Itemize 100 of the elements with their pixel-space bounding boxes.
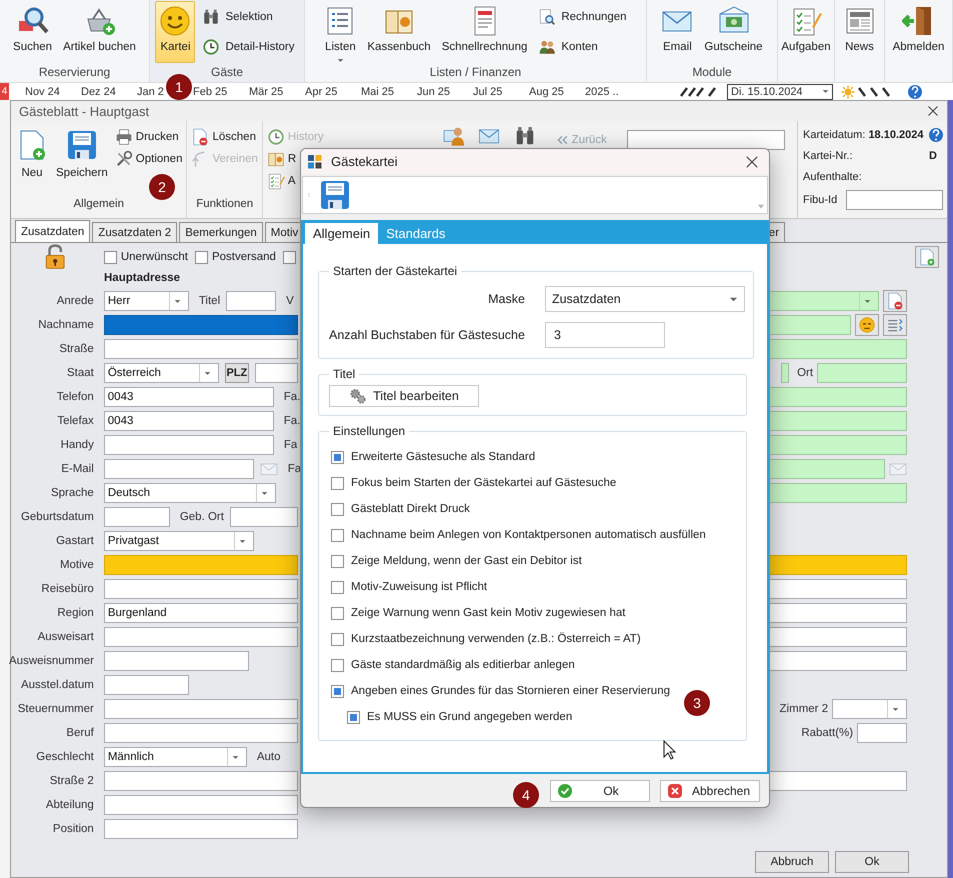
text-field[interactable] <box>230 507 298 527</box>
dropdown[interactable]: Deutsch <box>104 483 276 503</box>
text-field[interactable] <box>767 435 908 455</box>
text-field[interactable] <box>768 411 908 431</box>
tab[interactable]: Allgemein <box>305 223 378 244</box>
setting-checkbox[interactable]: Nachname beim Anlegen von Kontaktpersonen automatisch ausfüllen <box>331 522 738 548</box>
dropdown[interactable] <box>832 699 908 719</box>
setting-checkbox[interactable]: Motiv-Zuweisung ist Pflicht <box>331 574 738 600</box>
text-field[interactable] <box>104 819 298 839</box>
date-dropdown[interactable]: Di. 15.10.2024 <box>727 84 833 100</box>
dropdown[interactable]: Herr <box>104 291 189 311</box>
text-field[interactable]: Burgenland <box>104 603 298 623</box>
smiley-button[interactable] <box>855 314 880 336</box>
text-field[interactable] <box>104 723 298 743</box>
text-field[interactable] <box>767 339 908 359</box>
text-field[interactable]: 0043 <box>104 411 274 431</box>
ribbon-button[interactable]: Gutscheine <box>700 1 767 63</box>
dropdown[interactable]: Privatgast <box>104 531 254 551</box>
dialog-button[interactable]: Abbrechen <box>660 780 760 802</box>
ribbon-button[interactable]: Suchen <box>9 1 56 63</box>
text-field[interactable] <box>104 459 254 479</box>
tab[interactable]: Zusatzdaten <box>15 220 90 242</box>
list-button[interactable] <box>883 314 908 336</box>
ribbon-button[interactable]: Listen <box>320 1 360 63</box>
chevrons-icon[interactable] <box>679 86 719 98</box>
text-field[interactable] <box>104 435 274 455</box>
text-field[interactable] <box>104 651 249 671</box>
text-field[interactable] <box>767 627 908 647</box>
dropdown[interactable]: Männlich <box>104 747 247 767</box>
mask-dropdown[interactable]: Zusatzdaten <box>544 286 745 312</box>
text-field[interactable] <box>104 675 189 695</box>
ribbon-button[interactable]: Detail-History <box>198 35 298 59</box>
new-document-button[interactable] <box>915 246 940 268</box>
dropdown[interactable]: Österreich <box>104 363 219 383</box>
setting-checkbox[interactable]: Gäste standardmäßig als editierbar anlegen <box>331 652 738 678</box>
text-field[interactable] <box>846 190 943 210</box>
toolbar-button[interactable]: Optionen <box>112 149 184 169</box>
text-field[interactable]: 0043 <box>104 387 274 407</box>
month-label: Nov 24 <box>25 86 60 98</box>
text-field[interactable] <box>767 315 852 335</box>
toolbar-button[interactable]: Löschen <box>189 127 260 147</box>
field-label: Anrede <box>56 295 95 307</box>
text-field[interactable] <box>768 387 908 407</box>
text-field[interactable] <box>104 771 298 791</box>
text-field[interactable] <box>104 315 298 335</box>
text-field[interactable] <box>767 651 908 671</box>
text-field[interactable] <box>104 339 298 359</box>
ribbon-button[interactable]: Kassenbuch <box>363 1 435 63</box>
search-field[interactable] <box>626 130 785 150</box>
text-field[interactable] <box>104 555 298 575</box>
toolbar-button[interactable]: Speichern <box>53 127 111 198</box>
group-label: Gäste <box>210 65 244 81</box>
ribbon-button[interactable]: Artikel buchen <box>59 1 140 63</box>
setting-checkbox[interactable]: Fokus beim Starten der Gästekartei auf Gästesuche <box>331 470 738 496</box>
edit-titles-button[interactable]: Titel bearbeiten <box>329 385 479 407</box>
dialog-button[interactable]: Abbruch <box>755 851 829 873</box>
text-field[interactable] <box>767 603 908 623</box>
ribbon-button[interactable]: Konten <box>534 35 631 59</box>
ribbon-button[interactable]: Schnellrechnung <box>438 1 532 63</box>
toolbar-button[interactable]: A <box>264 171 326 191</box>
text-field[interactable] <box>254 363 298 383</box>
ribbon-button[interactable]: Abmelden <box>888 1 948 63</box>
ribbon-button[interactable]: Aufgaben <box>777 1 835 63</box>
ribbon-button[interactable]: Kartei <box>155 1 196 63</box>
toolbar-button[interactable]: Neu <box>13 127 51 198</box>
dropdown[interactable] <box>767 291 880 311</box>
ribbon-button[interactable]: Email <box>657 1 698 63</box>
text-field[interactable] <box>781 363 790 383</box>
delete-button[interactable] <box>883 290 908 312</box>
ribbon-button[interactable]: News <box>840 1 880 63</box>
text-field[interactable] <box>767 771 908 791</box>
setting-checkbox[interactable]: Kurzstaatbezeichnung verwenden (z.B.: Österreich = AT) <box>331 626 738 652</box>
text-field[interactable] <box>104 579 298 599</box>
setting-checkbox[interactable]: Zeige Warnung wenn Gast kein Motiv zugewiesen hat <box>331 600 738 626</box>
text-field[interactable] <box>767 555 908 575</box>
text-field[interactable] <box>226 291 276 311</box>
text-field[interactable] <box>817 363 908 383</box>
text-field[interactable] <box>767 483 908 503</box>
text-field[interactable] <box>104 627 298 647</box>
tab[interactable]: Zusatzdaten 2 <box>92 222 178 242</box>
checkbox[interactable]: Postversand <box>194 250 276 264</box>
text-field[interactable] <box>104 699 298 719</box>
checkbox[interactable]: Unerwünscht <box>104 250 188 264</box>
ribbon-button[interactable]: Selektion <box>198 5 298 29</box>
text-field[interactable] <box>767 579 908 599</box>
setting-checkbox[interactable]: Zeige Meldung, wenn der Gast ein Debitor ist <box>331 548 738 574</box>
postcode-button[interactable]: PLZ <box>224 363 249 383</box>
text-field[interactable] <box>857 723 908 743</box>
text-field[interactable] <box>104 795 298 815</box>
checkbox[interactable] <box>282 250 296 264</box>
setting-checkbox[interactable]: Gästeblatt Direkt Druck <box>331 496 738 522</box>
setting-checkbox[interactable]: Erweiterte Gästesuche als Standard <box>331 444 738 470</box>
tab[interactable]: Bemerkungen <box>179 222 263 242</box>
dialog-button[interactable]: Ok <box>835 851 909 873</box>
text-field[interactable] <box>768 459 886 479</box>
ribbon-button[interactable]: Rechnungen <box>534 5 631 29</box>
toolbar-button[interactable]: Drucken <box>112 127 184 147</box>
letters-field[interactable]: 3 <box>544 322 665 348</box>
text-field[interactable] <box>104 507 170 527</box>
dialog-button[interactable]: Ok <box>550 780 650 802</box>
